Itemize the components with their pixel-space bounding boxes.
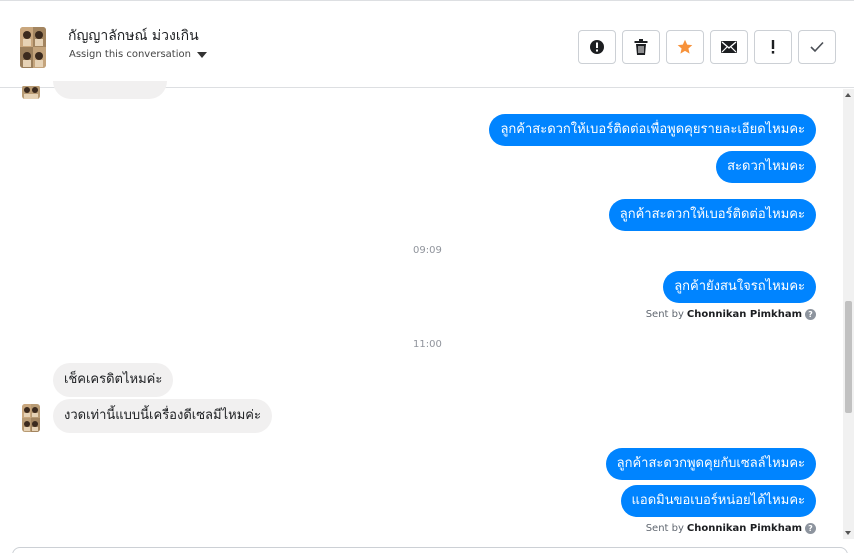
message-text: เช็คเครดิตไหมค่ะ	[64, 372, 163, 387]
outgoing-message: ลูกค้าสะดวกให้เบอร์ติดต่อไหมคะ	[608, 199, 816, 231]
scrollbar-thumb[interactable]	[845, 301, 852, 413]
delete-button[interactable]	[622, 30, 660, 64]
help-icon[interactable]: ?	[805, 309, 816, 320]
scroll-up-arrow-icon[interactable]	[845, 93, 851, 97]
mark-done-button[interactable]	[798, 30, 836, 64]
contact-name[interactable]: กัญญาลักษณ์ ม่วงเกิน	[68, 25, 199, 47]
caret-down-icon	[196, 51, 207, 58]
help-icon[interactable]: ?	[805, 523, 816, 534]
message-text: สะดวกไหมคะ	[727, 159, 805, 174]
conversation-toolbar	[578, 30, 836, 64]
sender-name: Chonnikan Pimkham	[686, 309, 802, 320]
outgoing-message: แอดมินขอเบอร์หน่อยได้ไหมคะ	[620, 485, 816, 517]
mark-unread-button[interactable]	[710, 30, 748, 64]
incoming-message: เช็คเครดิตไหมค่ะ	[53, 363, 174, 397]
alert-circle-icon	[590, 40, 604, 54]
message-text: แอดมินขอเบอร์หน่อยได้ไหมคะ	[631, 493, 805, 508]
star-icon	[677, 39, 693, 54]
contact-avatar[interactable]	[20, 27, 46, 68]
conversation-header: กัญญาลักษณ์ ม่วงเกิน Assign this convers…	[0, 1, 854, 88]
assign-conversation-dropdown[interactable]: Assign this conversation	[69, 49, 207, 60]
message-text: ลูกค้าสะดวกให้เบอร์ติดต่อเพื่อพูดคุยรายล…	[500, 122, 805, 137]
message-text: ลูกค้าสะดวกให้เบอร์ติดต่อไหมคะ	[619, 207, 805, 222]
incoming-message: งวดเท่านี้แบบนี้เครื่องดีเซลมีไหมค่ะ	[53, 399, 272, 433]
message-composer[interactable]	[12, 547, 848, 553]
scroll-down-arrow-icon[interactable]	[845, 531, 851, 535]
message-text: ลูกค้ายังสนใจรถไหมคะ	[674, 279, 805, 294]
check-icon	[810, 41, 824, 53]
sent-by-label: Sent by Chonnikan Pimkham ?	[646, 523, 816, 534]
outgoing-message: สะดวกไหมคะ	[716, 151, 816, 183]
message-text: งวดเท่านี้แบบนี้เครื่องดีเซลมีไหมค่ะ	[64, 408, 261, 423]
message-scrollbar[interactable]	[843, 89, 854, 539]
conversation-panel: กัญญาลักษณ์ ม่วงเกิน Assign this convers…	[0, 0, 854, 553]
star-button[interactable]	[666, 30, 704, 64]
timestamp: 09:09	[413, 245, 442, 256]
incoming-message-bubble-partial	[53, 81, 167, 99]
outgoing-message: ลูกค้ายังสนใจรถไหมคะ	[663, 271, 816, 303]
envelope-icon	[721, 41, 737, 53]
trash-icon	[634, 39, 648, 55]
outgoing-message: ลูกค้าสะดวกให้เบอร์ติดต่อเพื่อพูดคุยรายล…	[489, 114, 816, 146]
follow-up-button[interactable]	[754, 30, 792, 64]
sent-by-label: Sent by Chonnikan Pimkham ?	[646, 309, 816, 320]
sender-name: Chonnikan Pimkham	[686, 523, 802, 534]
contact-avatar-small	[22, 85, 40, 99]
exclamation-icon	[771, 40, 775, 54]
contact-avatar-small	[22, 404, 40, 432]
timestamp: 11:00	[413, 339, 442, 350]
outgoing-message: ลูกค้าสะดวกพูดคุยกับเซลล์ไหมคะ	[605, 448, 816, 480]
spam-button[interactable]	[578, 30, 616, 64]
assign-label: Assign this conversation	[69, 49, 191, 60]
message-text: ลูกค้าสะดวกพูดคุยกับเซลล์ไหมคะ	[616, 456, 805, 471]
